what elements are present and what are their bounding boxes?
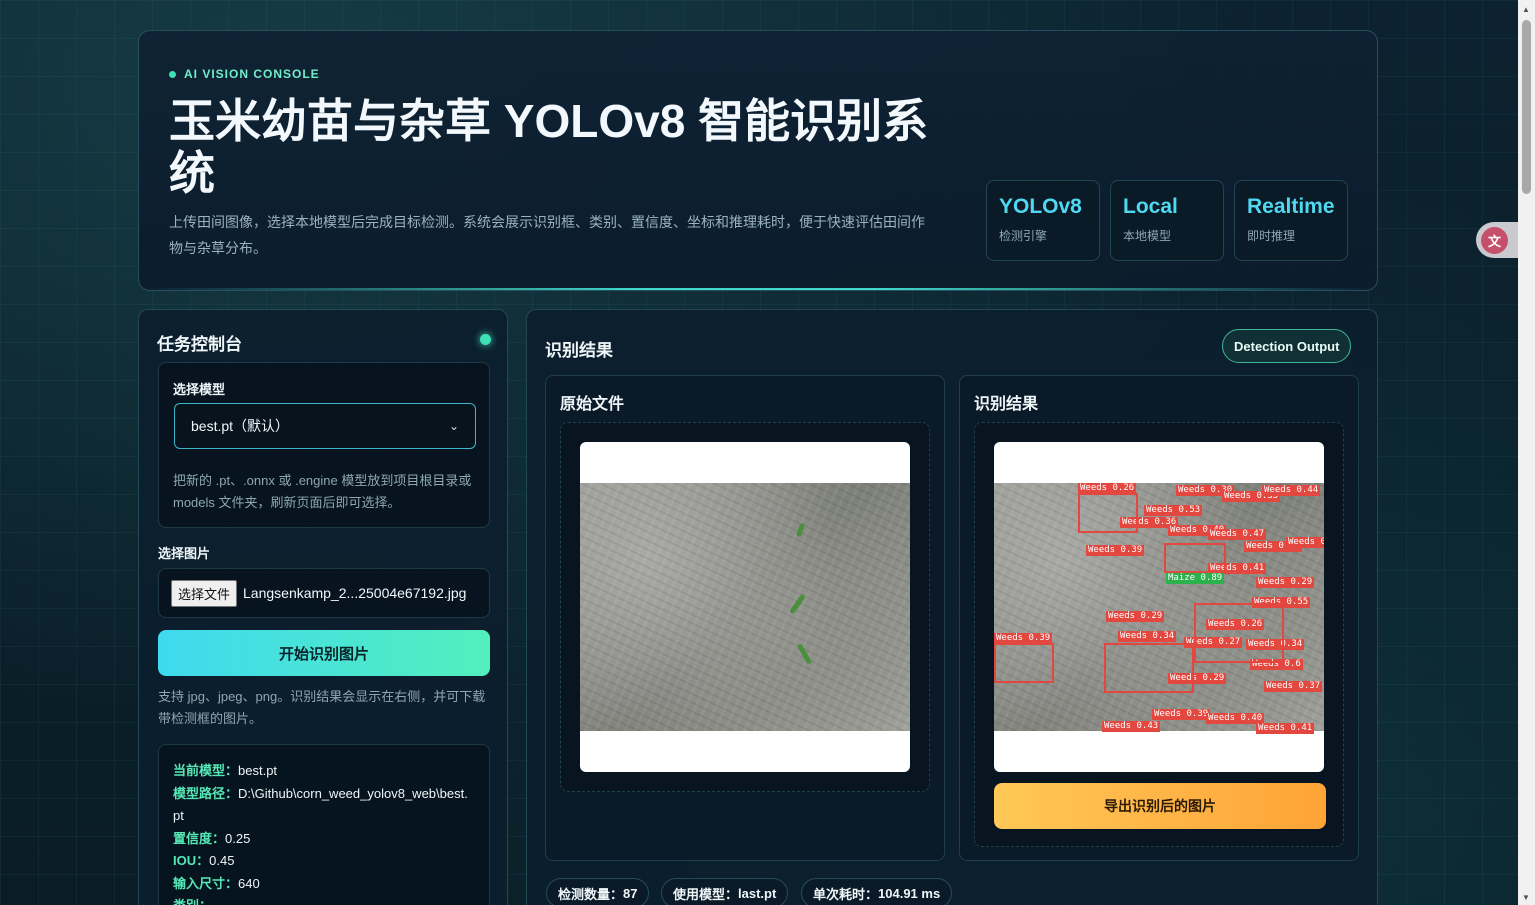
pill-value: 104.91 ms xyxy=(878,885,941,901)
page-description: 上传田间图像，选择本地模型后完成目标检测。系统会展示识别框、类别、置信度、坐标和… xyxy=(169,214,925,256)
weed-detection-label: Weeds 0.44 xyxy=(1262,485,1321,496)
weed-detection-label: Weeds 0.41 xyxy=(1256,723,1315,734)
original-title: 原始文件 xyxy=(560,396,625,413)
pill-key: 使用模型： xyxy=(673,886,739,902)
console-title: 任务控制台 xyxy=(157,335,242,354)
eyebrow-text: AI VISION CONSOLE xyxy=(184,67,320,81)
model-label: 选择模型 xyxy=(173,382,226,397)
detection-box xyxy=(994,643,1054,683)
detection-box xyxy=(1194,603,1284,663)
pill-value: last.pt xyxy=(738,885,777,901)
weed-detection-label: Weeds 0.29 xyxy=(1106,611,1165,622)
info-key: 当前模型： xyxy=(173,763,239,778)
info-value: 0.25 xyxy=(225,830,251,846)
export-image-button[interactable]: 导出识别后的图片 xyxy=(994,783,1326,829)
page-scrollbar[interactable]: ▲ ▼ xyxy=(1518,0,1535,905)
weed-detection-label: Weeds 0.49 xyxy=(1286,537,1324,548)
model-info-box: 当前模型：best.pt 模型路径：D:\Github\corn_weed_yo… xyxy=(158,744,490,905)
model-select[interactable]: best.pt（默认） ⌄ xyxy=(174,403,476,449)
stat-inference: Realtime 即时推理 xyxy=(1234,180,1348,261)
image-label: 选择图片 xyxy=(158,546,211,561)
start-detect-button[interactable]: 开始识别图片 xyxy=(158,630,490,676)
time-pill: 单次耗时： 104.91 ms xyxy=(801,878,953,905)
info-value: 0.45 xyxy=(209,853,235,868)
pill-key: 检测数量： xyxy=(558,886,624,902)
stat-label: 即时推理 xyxy=(1247,229,1296,243)
hero-header: AI VISION CONSOLE 玉米幼苗与杂草 YOLOv8 智能识别系统 … xyxy=(138,30,1378,291)
choose-file-button[interactable]: 选择文件 xyxy=(171,579,238,607)
info-row: IOU：0.45 xyxy=(173,850,475,873)
field-photo xyxy=(580,483,910,731)
info-row: 置信度：0.25 xyxy=(173,828,475,851)
original-frame xyxy=(560,422,930,792)
weed-detection-label: Weeds 0.53 xyxy=(1144,505,1203,516)
translate-button[interactable]: 文 xyxy=(1476,222,1520,258)
weed-detection-label: Weeds 0.43 xyxy=(1102,721,1161,732)
stat-label: 检测引擎 xyxy=(999,229,1048,243)
count-pill: 检测数量： 87 xyxy=(546,878,650,905)
detection-output-badge: Detection Output xyxy=(1222,329,1352,363)
info-key: 类别： xyxy=(173,898,212,905)
weed-detection-label: Weeds 0.29 xyxy=(1256,577,1315,588)
weed-detection-label: Weeds 0.34 xyxy=(1118,631,1177,642)
file-name: Langsenkamp_2...25004e67192.jpg xyxy=(243,585,467,601)
info-key: 输入尺寸： xyxy=(173,875,239,891)
detected-card: 识别结果 Weeds 0.26 Weeds 0.30 Weeds 0.35 Weeds… xyxy=(959,375,1359,861)
original-image xyxy=(580,442,910,772)
model-pill: 使用模型： last.pt xyxy=(661,878,789,905)
detected-frame: Weeds 0.26 Weeds 0.30 Weeds 0.35 Weeds 0.44… xyxy=(974,422,1344,847)
detection-box xyxy=(1078,493,1138,533)
pill-value: 87 xyxy=(623,885,638,901)
sprout-shape xyxy=(789,593,806,615)
weed-detection-label: Weeds 0.39 xyxy=(1152,709,1211,720)
sprout-shape xyxy=(795,522,806,538)
pill-key: 单次耗时： xyxy=(813,886,879,902)
info-key: 模型路径： xyxy=(173,785,239,801)
stat-engine: YOLOv8 检测引擎 xyxy=(986,180,1100,261)
result-title: 识别结果 xyxy=(545,341,613,360)
eyebrow: AI VISION CONSOLE xyxy=(169,67,320,81)
task-console-panel: 任务控制台 选择模型 best.pt（默认） ⌄ 把新的 .pt、.onnx 或… xyxy=(138,309,508,905)
info-key: IOU： xyxy=(173,853,210,868)
upload-hint: 支持 jpg、jpeg、png。识别结果会显示在右侧，并可下载带检测框的图片。 xyxy=(158,689,486,726)
info-key: 置信度： xyxy=(173,830,226,846)
scroll-up-icon[interactable]: ▲ xyxy=(1522,5,1530,14)
scroll-down-icon[interactable]: ▼ xyxy=(1522,893,1530,902)
stat-label: 本地模型 xyxy=(1123,229,1172,243)
info-row: 类别： xyxy=(173,895,475,905)
model-hint: 把新的 .pt、.onnx 或 .engine 模型放到项目根目录或 model… xyxy=(173,473,472,510)
stat-model: Local 本地模型 xyxy=(1110,180,1224,261)
result-panel: 识别结果 Detection Output 原始文件 识别结果 Weeds 0.… xyxy=(526,309,1378,905)
scroll-thumb[interactable] xyxy=(1522,20,1531,194)
file-input[interactable]: 选择文件 Langsenkamp_2...25004e67192.jpg xyxy=(158,568,490,618)
online-indicator-icon xyxy=(480,334,491,345)
detected-image: Weeds 0.26 Weeds 0.30 Weeds 0.35 Weeds 0.44… xyxy=(994,442,1324,772)
weed-detection-label: Weeds 0.39 xyxy=(1086,545,1145,556)
page-title: 玉米幼苗与杂草 YOLOv8 智能识别系统 xyxy=(169,95,929,199)
sprout-shape xyxy=(796,643,813,665)
stat-value: Local xyxy=(1123,195,1178,218)
detected-title: 识别结果 xyxy=(974,396,1039,413)
original-card: 原始文件 xyxy=(545,375,945,861)
detection-box xyxy=(1164,543,1226,573)
detection-box xyxy=(1104,643,1194,693)
info-row: 输入尺寸：640 xyxy=(173,873,475,896)
info-row: 当前模型：best.pt xyxy=(173,760,475,783)
info-value: 640 xyxy=(238,875,260,891)
model-select-value: best.pt（默认） xyxy=(191,418,290,434)
info-row: 模型路径：D:\Github\corn_weed_yolov8_web\best… xyxy=(173,783,475,828)
status-dot-icon xyxy=(169,70,176,78)
maize-detection-label: Maize 0.89 xyxy=(1166,573,1225,584)
field-photo-annotated: Weeds 0.26 Weeds 0.30 Weeds 0.35 Weeds 0.44… xyxy=(994,483,1324,734)
stat-value: YOLOv8 xyxy=(999,195,1082,218)
info-value: best.pt xyxy=(238,763,278,778)
weed-detection-label: Weeds 0.37 xyxy=(1264,681,1323,692)
stat-value: Realtime xyxy=(1247,195,1335,218)
weed-detection-label: Weeds 0.47 xyxy=(1208,529,1267,540)
chevron-down-icon: ⌄ xyxy=(448,419,459,433)
model-select-box: 选择模型 best.pt（默认） ⌄ 把新的 .pt、.onnx 或 .engi… xyxy=(158,362,490,528)
translate-icon: 文 xyxy=(1481,226,1508,254)
